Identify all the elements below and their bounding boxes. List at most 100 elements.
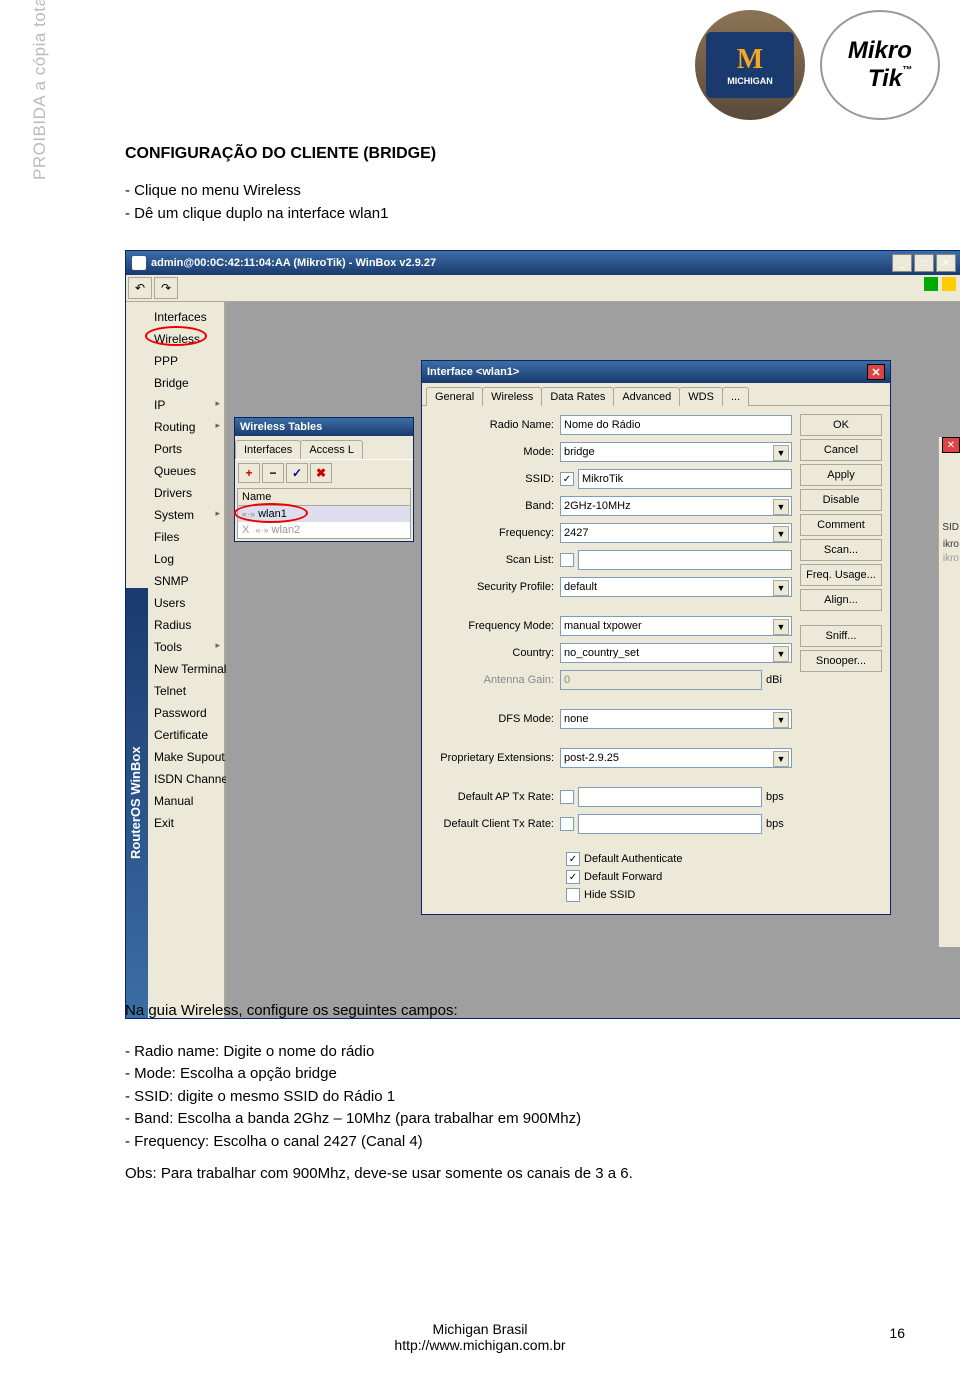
sidebar-item-log[interactable]: Log [148,548,224,570]
redo-button[interactable]: ↷ [154,277,178,299]
wt-row-wlan2[interactable]: X «·» wlan2 [238,522,410,538]
close-button[interactable]: ✕ [936,254,956,272]
sidebar-item-snmp[interactable]: SNMP [148,570,224,592]
select-mode[interactable]: bridge [560,442,792,462]
unit-dbi: dBi [762,674,792,686]
iw-tab-advanced[interactable]: Advanced [613,387,680,406]
check-default-fwd[interactable]: ✓ [566,870,580,884]
btn-align[interactable]: Align... [800,589,882,611]
label-default-auth: Default Authenticate [584,853,682,865]
sidebar-item-interfaces[interactable]: Interfaces [148,306,224,328]
label-hide-ssid: Hide SSID [584,889,635,901]
wt-disable-button[interactable]: ✖ [310,463,332,483]
input-defclient[interactable] [578,814,762,834]
interface-wlan1-titlebar[interactable]: Interface <wlan1> ✕ [422,361,890,383]
label-defclient: Default Client Tx Rate: [430,818,560,830]
btn-scan[interactable]: Scan... [800,539,882,561]
wt-add-button[interactable]: + [238,463,260,483]
wt-enable-button[interactable]: ✓ [286,463,308,483]
status-indicator-green [924,277,938,291]
btn-apply[interactable]: Apply [800,464,882,486]
iw-tab-wireless[interactable]: Wireless [482,387,542,406]
sidebar-item-ports[interactable]: Ports [148,438,224,460]
select-proprietary[interactable]: post-2.9.25 [560,748,792,768]
sidebar-item-telnet[interactable]: Telnet [148,680,224,702]
btn-frequsage[interactable]: Freq. Usage... [800,564,882,586]
winbox-titlebar[interactable]: admin@00:0C:42:11:04:AA (MikroTik) - Win… [126,251,960,275]
label-dfsmode: DFS Mode: [430,713,560,725]
sidebar-item-certificate[interactable]: Certificate [148,724,224,746]
doc-note: Obs: Para trabalhar com 900Mhz, deve-se … [125,1165,633,1182]
sidebar-item-radius[interactable]: Radius [148,614,224,636]
btn-comment[interactable]: Comment [800,514,882,536]
label-country: Country: [430,647,560,659]
select-dfsmode[interactable]: none [560,709,792,729]
sidebar-item-make-supout[interactable]: Make Supout.rif [148,746,224,768]
sidebar-item-exit[interactable]: Exit [148,812,224,834]
check-scanlist[interactable] [560,553,574,567]
select-freqmode[interactable]: manual txpower [560,616,792,636]
label-antenna: Antenna Gain: [430,674,560,686]
btn-snooper[interactable]: Snooper... [800,650,882,672]
select-country[interactable]: no_country_set [560,643,792,663]
label-freqmode: Frequency Mode: [430,620,560,632]
wt-remove-button[interactable]: − [262,463,284,483]
label-ssid: SSID: [430,473,560,485]
michigan-logo: M MICHIGAN [695,10,805,120]
winbox-main-area: Wireless Tables Interfaces Access L + − … [226,302,960,1018]
btn-ok[interactable]: OK [800,414,882,436]
iw-tab-general[interactable]: General [426,387,483,406]
input-scanlist[interactable] [578,550,792,570]
sidebar-item-queues[interactable]: Queues [148,460,224,482]
iw-tab-more[interactable]: ... [722,387,749,406]
sidebar-item-wireless[interactable]: Wireless [148,328,224,350]
btn-cancel[interactable]: Cancel [800,439,882,461]
check-ssid[interactable]: ✓ [560,472,574,486]
sidebar-item-password[interactable]: Password [148,702,224,724]
sidebar-item-new-terminal[interactable]: New Terminal [148,658,224,680]
winbox-window: admin@00:0C:42:11:04:AA (MikroTik) - Win… [125,250,960,1019]
check-defclient[interactable] [560,817,574,831]
btn-sniff[interactable]: Sniff... [800,625,882,647]
check-defap[interactable] [560,790,574,804]
label-security: Security Profile: [430,581,560,593]
btn-disable[interactable]: Disable [800,489,882,511]
input-ssid[interactable]: MikroTik [578,469,792,489]
sidebar-item-users[interactable]: Users [148,592,224,614]
minimize-button[interactable]: _ [892,254,912,272]
wt-tab-interfaces[interactable]: Interfaces [235,440,301,459]
header-logos: M MICHIGAN Mikro Tik™ [695,10,940,120]
undo-button[interactable]: ↶ [128,277,152,299]
input-defap[interactable] [578,787,762,807]
input-antenna: 0 [560,670,762,690]
sidebar-item-bridge[interactable]: Bridge [148,372,224,394]
interface-close-button[interactable]: ✕ [867,364,885,380]
right-close-button[interactable]: ✕ [942,437,960,453]
wt-column-header[interactable]: Name [238,489,410,506]
label-mode: Mode: [430,446,560,458]
wt-tab-access[interactable]: Access L [300,440,363,459]
sidebar-item-tools[interactable]: Tools [148,636,224,658]
wireless-tables-titlebar[interactable]: Wireless Tables [235,418,413,436]
doc-title: CONFIGURAÇÃO DO CLIENTE (BRIDGE) [125,145,436,163]
sidebar-item-manual[interactable]: Manual [148,790,224,812]
iw-tab-wds[interactable]: WDS [679,387,723,406]
select-security[interactable]: default [560,577,792,597]
input-radio-name[interactable]: Nome do Rádio [560,415,792,435]
sidebar-item-system[interactable]: System [148,504,224,526]
select-band[interactable]: 2GHz-10MHz [560,496,792,516]
wt-row-wlan1[interactable]: «·» wlan1 [238,506,410,522]
select-frequency[interactable]: 2427 [560,523,792,543]
iw-tab-datarates[interactable]: Data Rates [541,387,614,406]
sidebar-item-routing[interactable]: Routing [148,416,224,438]
unit-bps1: bps [762,791,792,803]
sidebar-item-isdn[interactable]: ISDN Channels [148,768,224,790]
check-hide-ssid[interactable] [566,888,580,902]
right-partial-window: SID ikro ikro ✕ [938,437,960,947]
sidebar-item-drivers[interactable]: Drivers [148,482,224,504]
sidebar-item-ppp[interactable]: PPP [148,350,224,372]
maximize-button[interactable]: □ [914,254,934,272]
sidebar-item-files[interactable]: Files [148,526,224,548]
check-default-auth[interactable]: ✓ [566,852,580,866]
sidebar-item-ip[interactable]: IP [148,394,224,416]
